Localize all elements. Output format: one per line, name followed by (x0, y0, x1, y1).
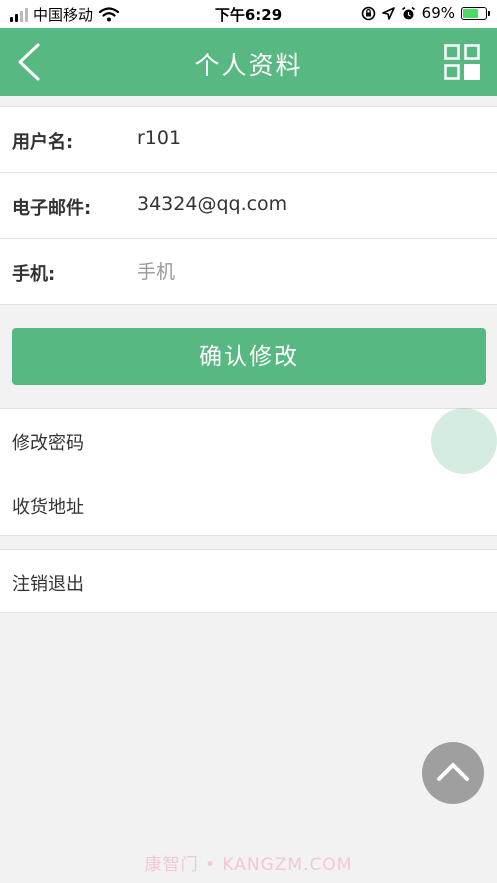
status-bar: 中国移动 下午6:29 69% (0, 0, 497, 28)
battery-percent: 69% (421, 4, 455, 22)
watermark: 康智门 • KANGZM.COM (144, 855, 353, 875)
grid-icon[interactable] (444, 44, 480, 80)
change-password-item[interactable]: 修改密码 (12, 429, 84, 455)
logout-menu: 注销退出 (0, 549, 497, 613)
shipping-address-item[interactable]: 收货地址 (12, 493, 84, 519)
email-label: 电子邮件: (12, 198, 92, 219)
page-title: 个人资料 (194, 51, 303, 80)
orientation-lock-icon (361, 6, 375, 20)
status-right: 69% (361, 4, 490, 22)
account-menu: 修改密码 收货地址 (0, 408, 497, 536)
scroll-top-button[interactable] (422, 742, 484, 804)
touch-indicator (431, 408, 497, 474)
phone-row: 手机: (0, 239, 497, 305)
confirm-button[interactable]: 确认修改 (12, 328, 486, 385)
nav-header: 个人资料 (0, 28, 497, 96)
phone-label: 手机: (12, 264, 56, 285)
username-label: 用户名: (12, 132, 74, 153)
logout-item[interactable]: 注销退出 (12, 570, 84, 596)
email-value: 34324@qq.com (137, 193, 288, 215)
email-row: 电子邮件: 34324@qq.com (0, 173, 497, 239)
chevron-up-icon (437, 763, 469, 781)
phone-input[interactable] (137, 255, 467, 289)
battery-icon (461, 6, 490, 20)
alarm-icon (401, 6, 415, 19)
username-row: 用户名: r101 (0, 107, 497, 173)
location-icon (381, 6, 395, 20)
profile-form: 用户名: r101 电子邮件: 34324@qq.com 手机: (0, 106, 497, 305)
username-value: r101 (137, 127, 182, 149)
